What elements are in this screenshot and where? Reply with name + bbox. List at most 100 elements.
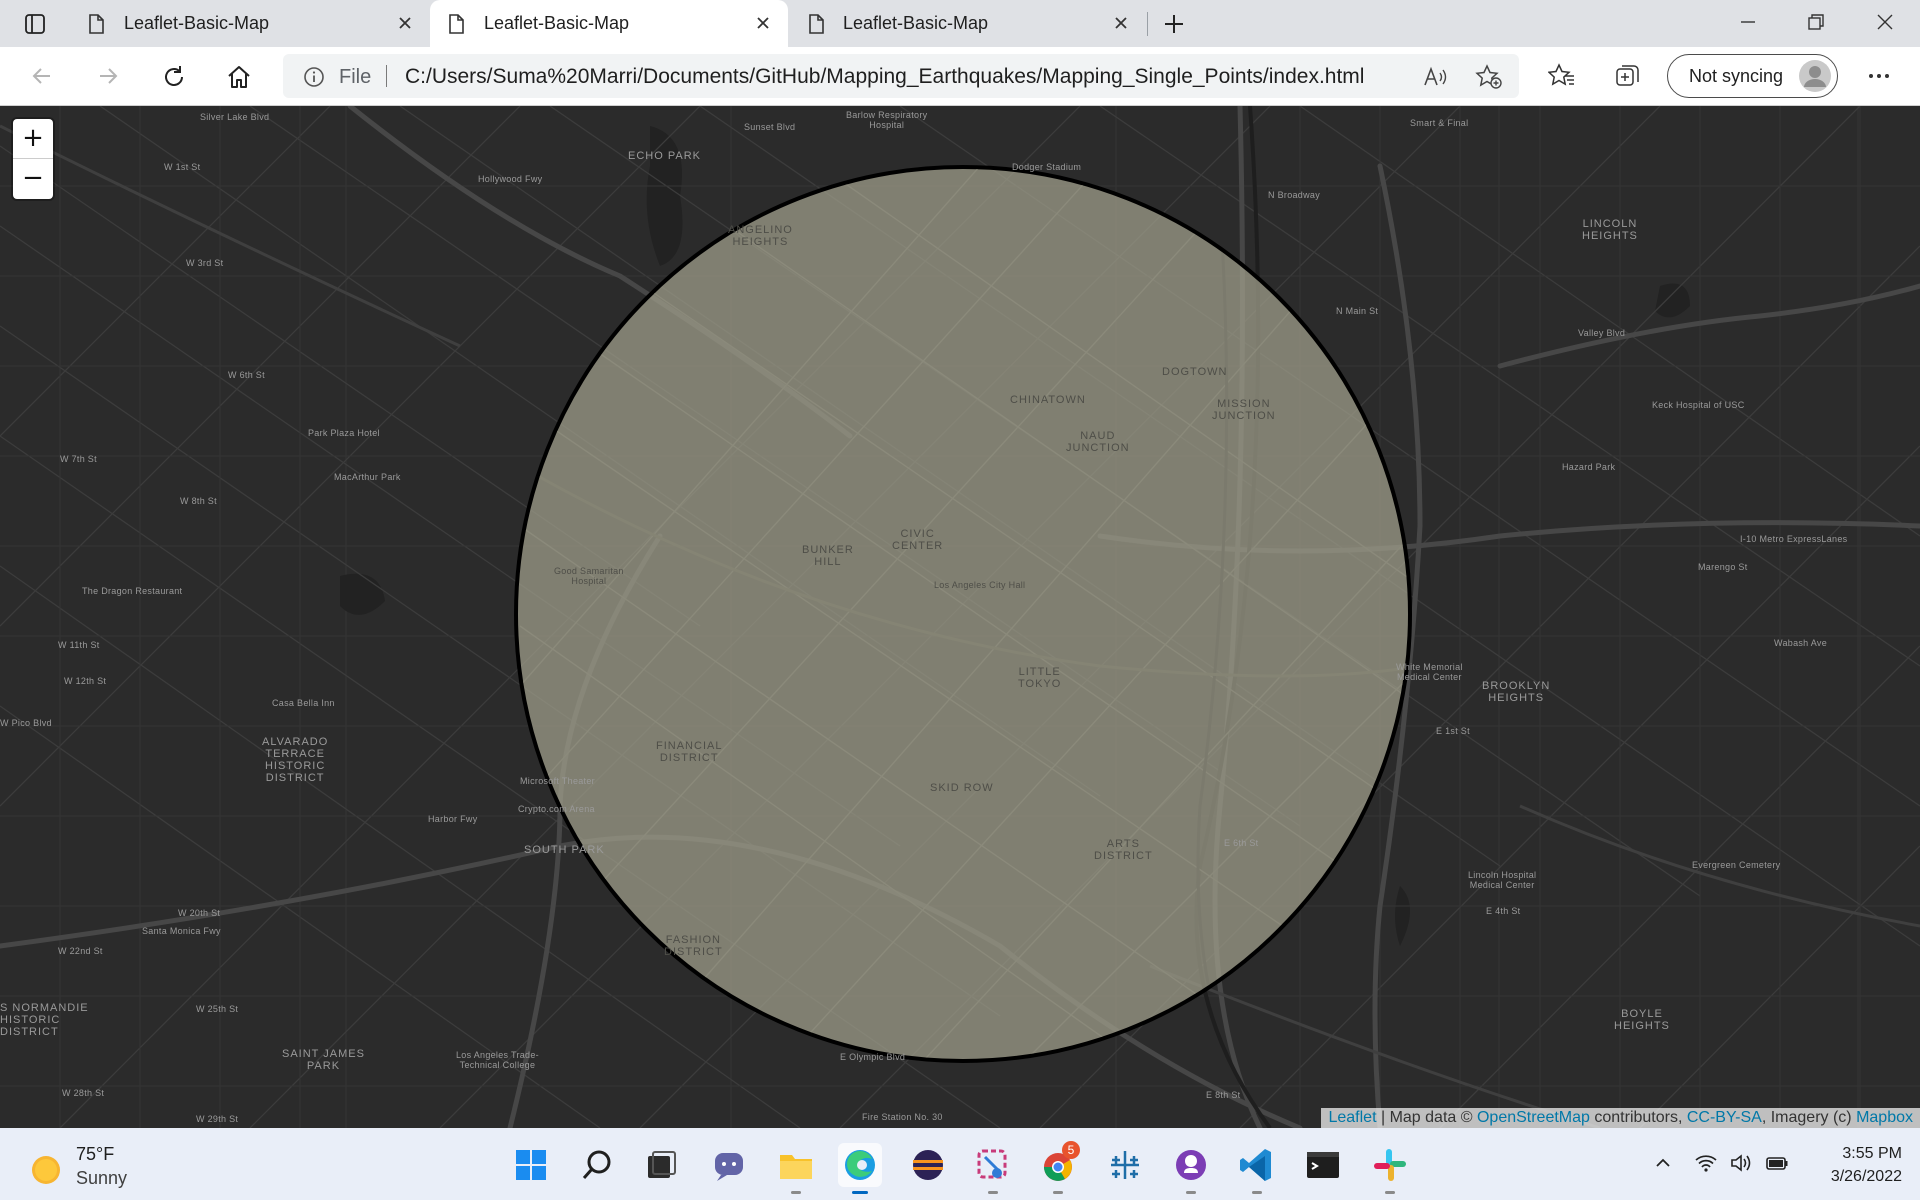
street-label: W Pico Blvd (0, 718, 52, 728)
place-label: Hazard Park (1562, 462, 1616, 472)
place-label: Microsoft Theater (520, 776, 595, 786)
place-label: The Dragon Restaurant (82, 586, 183, 596)
chat-icon[interactable] (707, 1143, 751, 1187)
place-label: Los Angeles Trade- Technical College (456, 1050, 539, 1070)
street-label: W 3rd St (186, 258, 224, 268)
place-label: MacArthur Park (334, 472, 401, 482)
close-window-icon[interactable] (1875, 12, 1895, 32)
place-label: Good Samaritan Hospital (554, 566, 624, 586)
running-indicator (852, 1191, 868, 1194)
close-icon[interactable] (398, 16, 412, 30)
zoom-in-button[interactable]: + (13, 119, 53, 159)
street-label: W 25th St (196, 1004, 239, 1014)
weather-condition: Sunny (76, 1168, 128, 1188)
navigation-bar: File C:/Users/Suma%20Marri/Documents/Git… (0, 47, 1920, 106)
zoom-out-button[interactable]: − (13, 159, 53, 199)
tab-title: Leaflet-Basic-Map (843, 13, 989, 33)
street-label: W 7th St (60, 454, 97, 464)
forward-icon[interactable] (96, 64, 120, 88)
address-bar[interactable]: File C:/Users/Suma%20Marri/Documents/Git… (283, 54, 1519, 98)
close-icon[interactable] (756, 16, 770, 30)
street-label: E Olympic Blvd (840, 1052, 906, 1062)
leaflet-link[interactable]: Leaflet (1328, 1109, 1376, 1126)
terminal-icon[interactable] (1301, 1143, 1345, 1187)
task-view-icon[interactable] (639, 1143, 683, 1187)
mapbox-link[interactable]: Mapbox (1856, 1109, 1913, 1126)
license-link[interactable]: CC-BY-SA (1687, 1109, 1762, 1126)
neighborhood-label: ALVARADO TERRACE HISTORIC DISTRICT (262, 736, 329, 784)
new-tab-icon[interactable] (1162, 12, 1186, 36)
restore-icon[interactable] (1806, 12, 1826, 32)
add-favorite-icon[interactable] (1475, 64, 1503, 90)
running-indicator (791, 1191, 801, 1194)
neighborhood-label: DOGTOWN (1162, 366, 1228, 378)
street-label: N Broadway (1268, 190, 1321, 200)
info-icon[interactable] (303, 66, 325, 88)
favorites-icon[interactable] (1548, 63, 1576, 89)
sync-button[interactable]: Not syncing (1667, 54, 1838, 98)
slack-icon[interactable] (1368, 1143, 1412, 1194)
street-label: W 11th St (58, 640, 100, 650)
tab-2[interactable]: Leaflet-Basic-Map (430, 0, 788, 47)
neighborhood-label: CHINATOWN (1010, 394, 1086, 406)
refresh-icon[interactable] (161, 64, 187, 90)
zoom-control: + − (13, 119, 53, 199)
tab-strip: Leaflet-Basic-Map Leaflet-Basic-Map Leaf… (0, 0, 1920, 47)
street-label: W 28th St (62, 1088, 105, 1098)
tab-title: Leaflet-Basic-Map (124, 13, 270, 33)
read-aloud-icon[interactable] (1423, 65, 1449, 89)
system-clock[interactable]: 3:55 PM 3/26/2022 (1812, 1142, 1902, 1188)
tab-title: Leaflet-Basic-Map (484, 13, 630, 33)
vscode-icon[interactable] (1235, 1143, 1279, 1194)
search-icon[interactable] (575, 1143, 619, 1187)
more-icon[interactable] (1866, 63, 1892, 89)
notification-badge: 5 (1062, 1141, 1080, 1159)
neighborhood-label: BROOKLYN HEIGHTS (1482, 680, 1551, 704)
document-icon (88, 14, 104, 34)
place-label: White Memorial Medical Center (1396, 662, 1463, 682)
map-container[interactable]: ECHO PARK ANGELINO HEIGHTS CHINATOWN DOG… (0, 106, 1920, 1128)
minimize-icon[interactable] (1738, 12, 1758, 32)
neighborhood-label: SKID ROW (930, 782, 994, 794)
github-desktop-icon[interactable] (1169, 1143, 1213, 1194)
url-text[interactable]: C:/Users/Suma%20Marri/Documents/GitHub/M… (405, 65, 1364, 89)
neighborhood-label: LITTLE TOKYO (1018, 666, 1062, 690)
snipping-tool-icon[interactable] (971, 1143, 1015, 1194)
street-label: W 22nd St (58, 946, 103, 956)
eclipse-icon[interactable] (906, 1143, 950, 1187)
openstreetmap-link[interactable]: OpenStreetMap (1477, 1109, 1590, 1126)
tab-1[interactable]: Leaflet-Basic-Map (62, 0, 426, 47)
running-indicator (1385, 1191, 1395, 1194)
neighborhood-label: ARTS DISTRICT (1094, 838, 1153, 862)
tab-actions-icon[interactable] (24, 13, 46, 35)
street-label: Valley Blvd (1578, 328, 1626, 338)
street-label: E 1st St (1436, 726, 1470, 736)
running-indicator (1053, 1191, 1063, 1194)
street-label: Silver Lake Blvd (200, 112, 270, 122)
place-label: Crypto.com Arena (518, 804, 595, 814)
sun-icon (30, 1154, 62, 1186)
edge-icon[interactable] (838, 1143, 882, 1194)
taskbar: 75°F Sunny 5 3:55 PM 3/26/2022 (0, 1128, 1920, 1200)
avatar (1799, 60, 1831, 92)
street-label: N Main St (1336, 306, 1379, 316)
battery-icon[interactable] (1764, 1152, 1790, 1174)
neighborhood-label: LINCOLN HEIGHTS (1582, 218, 1638, 242)
attribution-text: , Imagery (c) (1761, 1109, 1857, 1126)
street-label: W 1st St (164, 162, 201, 172)
back-icon[interactable] (30, 64, 54, 88)
home-icon[interactable] (226, 64, 252, 90)
clock-time: 3:55 PM (1842, 1145, 1902, 1162)
tableau-icon[interactable] (1103, 1143, 1147, 1187)
collections-icon[interactable] (1614, 63, 1642, 89)
tab-3[interactable]: Leaflet-Basic-Map (792, 0, 1146, 47)
street-label: E 4th St (1486, 906, 1521, 916)
volume-icon[interactable] (1729, 1152, 1753, 1174)
close-icon[interactable] (1114, 16, 1128, 30)
chevron-up-icon[interactable] (1652, 1152, 1674, 1174)
start-button[interactable] (509, 1143, 553, 1187)
file-explorer-icon[interactable] (774, 1143, 818, 1194)
address-divider (386, 65, 387, 87)
chrome-icon[interactable]: 5 (1036, 1141, 1080, 1194)
wifi-icon[interactable] (1694, 1152, 1718, 1174)
